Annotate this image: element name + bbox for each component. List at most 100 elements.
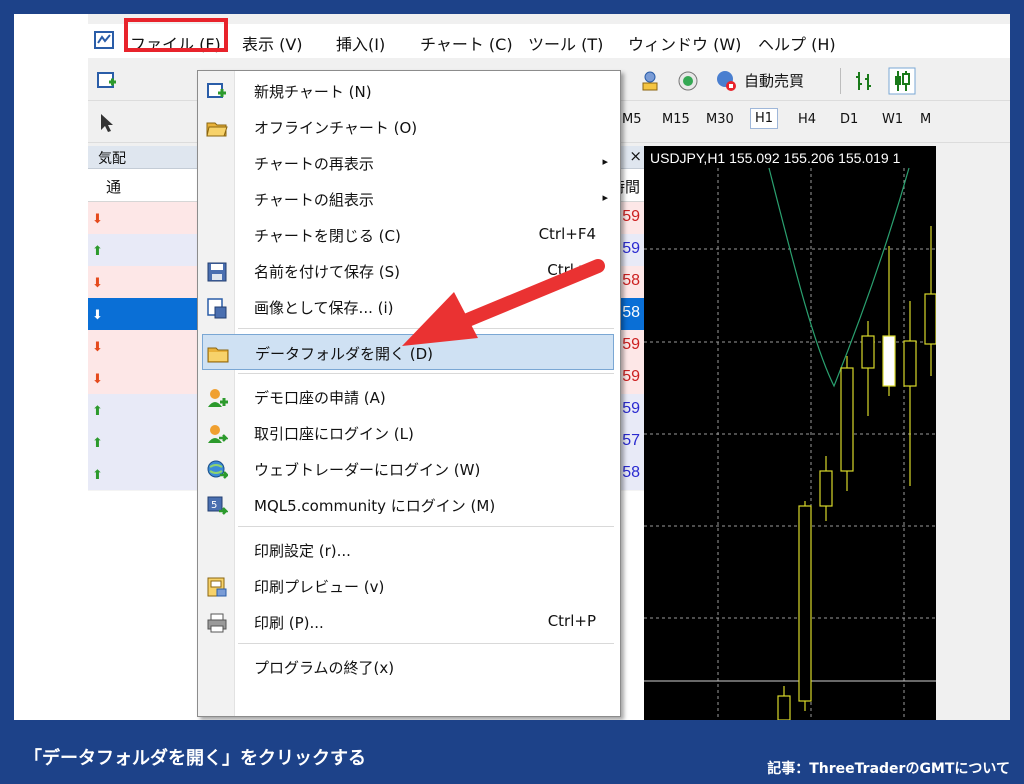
menu-item-label: 印刷プレビュー (v): [254, 576, 384, 597]
chart-window[interactable]: USDJPY,H1 155.092 155.206 155.019 1: [644, 146, 936, 720]
tf-h1[interactable]: H1: [750, 108, 778, 129]
market-watch-title: 気配: [98, 148, 126, 168]
folder-open-icon: [206, 117, 228, 139]
menu-item-shortcut: Ctrl+P: [548, 612, 596, 630]
tf-d1[interactable]: D1: [840, 112, 858, 127]
candle-body-bull: [883, 336, 895, 386]
menu-view[interactable]: 表示 (V): [242, 31, 303, 55]
tf-h4[interactable]: H4: [798, 112, 816, 127]
red-arrow-annotation: [388, 254, 608, 364]
demo-account-icon: [206, 387, 228, 409]
menu-item-label: 新規チャート (N): [254, 81, 372, 102]
file-menu-highlight-box: [124, 18, 228, 52]
menu-item-label: チャートの組表示: [254, 189, 374, 210]
login-account-icon: [206, 423, 228, 445]
menu-tools[interactable]: ツール (T): [528, 31, 603, 55]
svg-text:5: 5: [211, 500, 217, 511]
candle-body: [904, 341, 916, 386]
candlestick-chart: [644, 146, 936, 720]
menu-item-2[interactable]: オフラインチャート (O): [198, 109, 618, 145]
selected-arrow-icon: ⬇: [92, 308, 103, 323]
screenshot-frame: ファイル (F) 表示 (V) 挿入(I) チャート (C) ツール (T) ウ…: [14, 14, 1010, 720]
menu-item-14[interactable]: 印刷プレビュー (v): [198, 568, 618, 604]
caption-text: 「データフォルダを開く」をクリックする: [24, 744, 366, 770]
up-arrow-icon: ⬆: [92, 244, 103, 259]
auto-trade-button[interactable]: 自動売買: [744, 70, 804, 91]
tf-w1[interactable]: W1: [882, 112, 903, 127]
menu-item-label: 取引口座にログイン (L): [254, 423, 414, 444]
save-icon: [206, 261, 228, 283]
menu-separator: [238, 643, 614, 644]
toolbar-separator: [840, 68, 841, 94]
cursor-arrow-icon[interactable]: [98, 112, 116, 134]
file-menu-dropdown: 新規チャート (N)オフラインチャート (O)チャートの再表示▸チャートの組表示…: [197, 70, 621, 717]
menu-item-11[interactable]: ウェブトレーダーにログイン (W): [198, 451, 618, 487]
menu-item-5[interactable]: チャートを閉じる (C) Ctrl+F4: [198, 217, 618, 253]
down-arrow-icon: ⬇: [92, 340, 103, 355]
menu-insert[interactable]: 挿入(I): [336, 31, 385, 55]
tf-mn[interactable]: M: [920, 112, 931, 127]
column-symbol[interactable]: 通: [106, 176, 121, 197]
tf-m15[interactable]: M15: [662, 112, 690, 127]
menu-separator: [238, 373, 614, 374]
navigator-icon[interactable]: [638, 69, 662, 93]
menu-item-label: 印刷設定 (r)...: [254, 540, 351, 561]
menu-help[interactable]: ヘルプ (H): [758, 31, 836, 55]
mql5-icon: 5: [206, 495, 228, 517]
menu-item-10[interactable]: 取引口座にログイン (L): [198, 415, 618, 451]
print-preview-icon: [206, 576, 228, 598]
menu-window[interactable]: ウィンドウ (W): [628, 31, 741, 55]
menu-item-label: プログラムの終了(x): [254, 657, 394, 678]
candle-body: [841, 368, 853, 471]
menu-item-12[interactable]: 5 MQL5.community にログイン (M): [198, 487, 618, 523]
candlestick-icon[interactable]: [888, 67, 916, 95]
menu-item-1[interactable]: 新規チャート (N): [198, 73, 618, 109]
menu-item-label: 画像として保存... (i): [254, 297, 394, 318]
auto-trade-icon[interactable]: [714, 69, 738, 93]
down-arrow-icon: ⬇: [92, 372, 103, 387]
candle-body: [778, 696, 790, 720]
print-icon: [206, 612, 228, 634]
submenu-arrow-icon: ▸: [602, 155, 608, 168]
candle-body: [799, 506, 811, 701]
article-credit: 記事：ThreeTraderのGMTについて: [767, 758, 1010, 778]
menu-item-label: チャートの再表示: [254, 153, 374, 174]
folder-icon: [207, 343, 229, 365]
up-arrow-icon: ⬆: [92, 468, 103, 483]
signal-icon[interactable]: [676, 69, 700, 93]
candle-body: [925, 294, 936, 344]
menu-item-label: MQL5.community にログイン (M): [254, 495, 495, 516]
new-chart-icon: [206, 81, 228, 103]
menu-item-15[interactable]: 印刷 (P)... Ctrl+P: [198, 604, 618, 640]
submenu-arrow-icon: ▸: [602, 191, 608, 204]
candle-body: [820, 471, 832, 506]
menu-item-4[interactable]: チャートの組表示 ▸: [198, 181, 618, 217]
menu-item-16[interactable]: プログラムの終了(x): [198, 649, 618, 685]
tf-m5[interactable]: M5: [622, 112, 642, 127]
menu-item-9[interactable]: デモ口座の申請 (A): [198, 379, 618, 415]
save-image-icon: [206, 297, 228, 319]
up-arrow-icon: ⬆: [92, 404, 103, 419]
candle-body: [862, 336, 874, 368]
up-arrow-icon: ⬆: [92, 436, 103, 451]
bar-chart-icon[interactable]: [852, 69, 876, 93]
menu-item-shortcut: Ctrl+F4: [539, 225, 596, 243]
menu-item-label: デモ口座の申請 (A): [254, 387, 386, 408]
menu-item-label: チャートを閉じる (C): [254, 225, 401, 246]
down-arrow-icon: ⬇: [92, 212, 103, 227]
tf-m30[interactable]: M30: [706, 112, 734, 127]
menu-item-3[interactable]: チャートの再表示 ▸: [198, 145, 618, 181]
menu-item-13[interactable]: 印刷設定 (r)...: [198, 532, 618, 568]
menu-chart[interactable]: チャート (C): [420, 31, 513, 55]
web-trader-icon: [206, 459, 228, 481]
app-icon: [94, 30, 114, 50]
menu-item-label: オフラインチャート (O): [254, 117, 417, 138]
new-chart-toolbar-icon[interactable]: [96, 70, 118, 92]
menu-item-label: ウェブトレーダーにログイン (W): [254, 459, 480, 480]
menu-item-label: 印刷 (P)...: [254, 612, 324, 633]
menu-separator: [238, 526, 614, 527]
menu-item-label: 名前を付けて保存 (S): [254, 261, 400, 282]
mt4-window: ファイル (F) 表示 (V) 挿入(I) チャート (C) ツール (T) ウ…: [88, 14, 1010, 720]
down-arrow-icon: ⬇: [92, 276, 103, 291]
close-icon[interactable]: ×: [629, 147, 642, 165]
